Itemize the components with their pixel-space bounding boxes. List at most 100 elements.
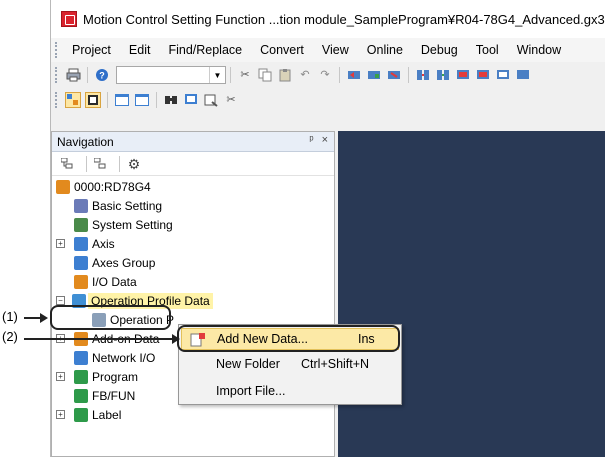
- collapse-all-icon[interactable]: [93, 156, 109, 172]
- menu-online[interactable]: Online: [358, 43, 412, 57]
- tree-item-label: FB/FUN: [92, 388, 136, 403]
- new-folder-shortcut: Ctrl+Shift+N: [301, 357, 370, 371]
- tree-item-label: Program: [92, 369, 139, 384]
- help-icon[interactable]: ?: [94, 67, 110, 83]
- find-icon[interactable]: [163, 92, 179, 108]
- tree-item-label: Network I/O: [92, 350, 156, 365]
- window-title: Motion Control Setting Function ...tion …: [83, 11, 605, 27]
- output-window-icon[interactable]: [114, 92, 130, 108]
- expand-icon[interactable]: +: [56, 372, 65, 381]
- tree-item-label: I/O Data: [92, 274, 137, 289]
- toolbar-separator: [408, 67, 409, 83]
- navigation-window-icon[interactable]: [65, 92, 81, 108]
- paste-icon[interactable]: [277, 67, 293, 83]
- pin-icon[interactable]: ᵖ: [309, 134, 313, 146]
- tree-item-io-data[interactable]: I/O Data: [52, 272, 336, 291]
- element-selection-icon[interactable]: [85, 92, 101, 108]
- convert-icon[interactable]: [346, 67, 362, 83]
- menu-edit[interactable]: Edit: [120, 43, 160, 57]
- callout-1-highlight: [50, 305, 171, 330]
- redo-icon[interactable]: ↷: [317, 67, 333, 83]
- toolbar-separator: [230, 67, 231, 83]
- title-bar: Motion Control Setting Function ...tion …: [51, 0, 605, 38]
- navigation-toolbar: ⚙: [52, 152, 334, 176]
- toolbar-separator: [86, 155, 87, 172]
- menu-convert[interactable]: Convert: [251, 43, 313, 57]
- gear-icon[interactable]: ⚙: [126, 156, 142, 172]
- callout-2-label: (2): [2, 329, 18, 344]
- tree-item-module[interactable]: 0000:RD78G4: [52, 177, 336, 196]
- toolbar-grip: [55, 92, 63, 108]
- network-io-icon: [74, 350, 88, 365]
- print-icon[interactable]: [65, 67, 81, 83]
- copy-icon[interactable]: [257, 67, 273, 83]
- tree-item-system-setting[interactable]: System Setting: [52, 215, 336, 234]
- app-logo-icon: [61, 11, 77, 27]
- progress-window-icon[interactable]: [134, 92, 150, 108]
- tree-item-label-text: Label: [92, 407, 122, 422]
- navigation-panel: Navigation ᵖ × ⚙ 0000:RD78G4 Basic Setti…: [51, 131, 335, 457]
- menu-debug[interactable]: Debug: [412, 43, 467, 57]
- import-file-label: Import File...: [216, 384, 286, 398]
- tree-item-basic-setting[interactable]: Basic Setting: [52, 196, 336, 215]
- toolbar-combo-box[interactable]: ▼: [116, 66, 226, 84]
- write-to-module-icon[interactable]: [415, 67, 431, 83]
- menu-tool[interactable]: Tool: [467, 43, 508, 57]
- tree-item-label: Basic Setting: [92, 198, 163, 213]
- navigation-title: Navigation: [57, 134, 114, 149]
- chevron-down-icon[interactable]: ▼: [209, 67, 225, 83]
- watch-window-icon[interactable]: [183, 92, 199, 108]
- import-file-menu-item[interactable]: Import File...: [179, 380, 401, 402]
- callout-1-label: (1): [2, 309, 18, 324]
- verify-icon[interactable]: [495, 67, 511, 83]
- monitor-stop-icon[interactable]: [475, 67, 491, 83]
- toolbar-separator: [156, 92, 157, 108]
- callout-2-arrow: [24, 338, 174, 340]
- cut-icon[interactable]: ✂: [237, 67, 253, 83]
- module-icon: [56, 179, 70, 194]
- new-folder-menu-item[interactable]: New Folder Ctrl+Shift+N: [179, 353, 401, 375]
- system-setting-icon: [74, 217, 88, 232]
- menu-window[interactable]: Window: [508, 43, 570, 57]
- tree-item-label: Axes Group: [92, 255, 156, 270]
- svg-text:?: ?: [99, 71, 105, 81]
- tree-item-axes-group[interactable]: Axes Group: [52, 253, 336, 272]
- sampling-trace-icon[interactable]: ✂: [223, 92, 239, 108]
- callout-2-arrowhead: [172, 334, 180, 344]
- tree-item-axis[interactable]: + Axis: [52, 234, 336, 253]
- cross-reference-icon[interactable]: [203, 92, 219, 108]
- collapse-icon[interactable]: −: [56, 296, 65, 305]
- navigation-header: Navigation ᵖ ×: [52, 132, 334, 152]
- toolbar-separator: [339, 67, 340, 83]
- display-mode-icon[interactable]: [60, 156, 76, 172]
- toolbar-separator: [87, 67, 88, 83]
- undo-icon[interactable]: ↶: [297, 67, 313, 83]
- tree-item-label: System Setting: [92, 217, 173, 232]
- toolbar-grip: [55, 67, 63, 83]
- monitor-icon[interactable]: [455, 67, 471, 83]
- toolbar-separator: [107, 92, 108, 108]
- secondary-toolbar: ✂: [51, 88, 605, 112]
- menu-find-replace[interactable]: Find/Replace: [159, 43, 251, 57]
- read-from-module-icon[interactable]: [435, 67, 451, 83]
- menu-bar: Project Edit Find/Replace Convert View O…: [51, 38, 605, 62]
- label-icon: [74, 407, 88, 422]
- new-folder-label: New Folder: [216, 357, 280, 371]
- program-icon: [74, 369, 88, 384]
- close-icon[interactable]: ×: [322, 134, 328, 146]
- tree-item-label[interactable]: + Label: [52, 405, 336, 424]
- menu-view[interactable]: View: [313, 43, 358, 57]
- tree-item-label: Axis: [92, 236, 115, 251]
- expand-icon[interactable]: +: [56, 410, 65, 419]
- menubar-grip: [55, 42, 63, 58]
- convert-all-icon[interactable]: [366, 67, 382, 83]
- navigation-header-buttons: ᵖ ×: [309, 134, 328, 146]
- toolbar-more-icon[interactable]: [515, 67, 531, 83]
- expand-icon[interactable]: +: [56, 239, 65, 248]
- work-area: [338, 131, 605, 457]
- rebuild-icon[interactable]: [386, 67, 402, 83]
- main-toolbar: ? ▼ ✂ ↶ ↷: [51, 63, 605, 87]
- tree-item-label: 0000:RD78G4: [74, 179, 151, 194]
- axis-icon: [74, 236, 88, 251]
- menu-project[interactable]: Project: [63, 43, 120, 57]
